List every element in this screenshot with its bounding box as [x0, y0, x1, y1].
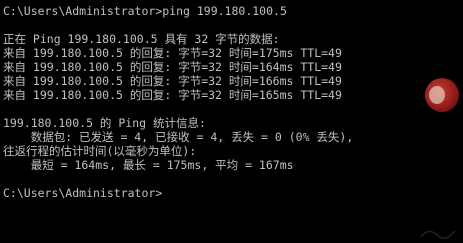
rtt-header: 往返行程的估计时间(以毫秒为单位): [3, 144, 197, 158]
stats-header: 199.180.100.5 的 Ping 统计信息: [3, 116, 206, 130]
reply-line: 来自 199.180.100.5 的回复: 字节=32 时间=164ms TTL… [3, 60, 342, 74]
reply-line: 来自 199.180.100.5 的回复: 字节=32 时间=175ms TTL… [3, 46, 342, 60]
packets-line: 数据包: 已发送 = 4, 已接收 = 4, 丢失 = 0 (0% 丢失), [3, 130, 354, 144]
final-prompt[interactable]: C:\Users\Administrator> [3, 186, 463, 200]
reply-line: 来自 199.180.100.5 的回复: 字节=32 时间=166ms TTL… [3, 74, 342, 88]
pinging-line: 正在 Ping 199.180.100.5 具有 32 字节的数据: [3, 32, 280, 46]
command-line: C:\Users\Administrator>ping 199.180.100.… [3, 4, 287, 18]
rtt-values: 最短 = 164ms, 最长 = 175ms, 平均 = 167ms [3, 158, 294, 172]
reply-line: 来自 199.180.100.5 的回复: 字节=32 时间=165ms TTL… [3, 88, 342, 102]
final-prompt-text: C:\Users\Administrator> [3, 186, 163, 200]
watermark-icon [420, 230, 456, 239]
console-window[interactable]: C:\Users\Administrator>ping 199.180.100.… [0, 0, 463, 243]
